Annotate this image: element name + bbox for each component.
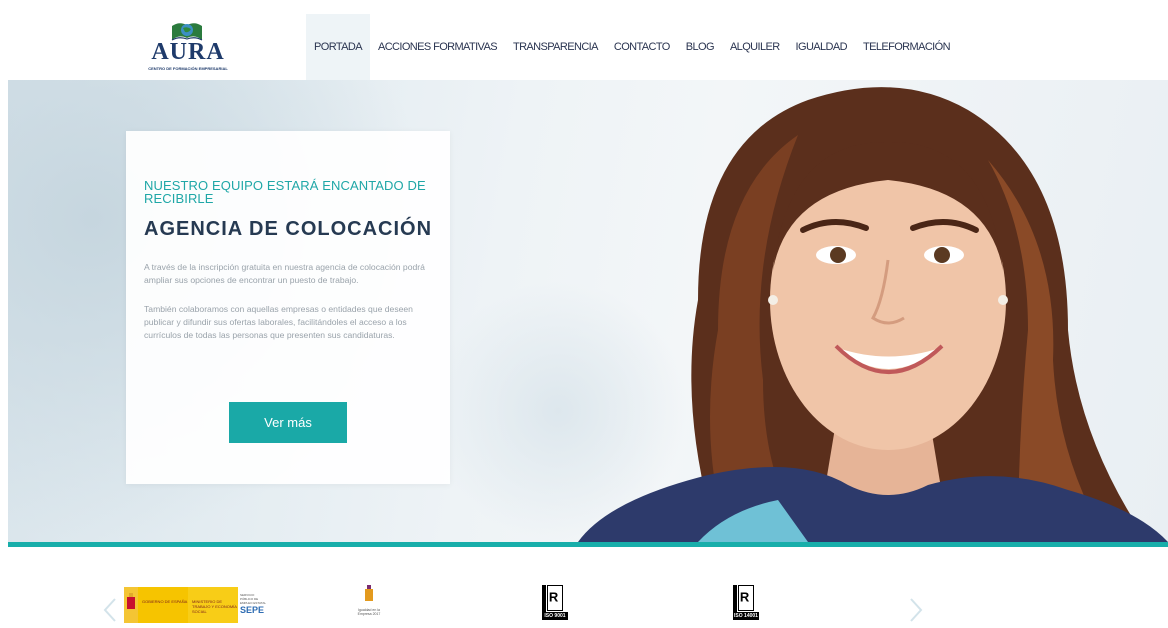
partner-logos-carousel: GOBIERNO DE ESPAÑA MINISTERIO DE TRABAJO… — [0, 547, 1168, 623]
spain-coat-of-arms-icon — [124, 587, 138, 623]
igualdad-empresa-logo[interactable]: Igualdad en la Empresa 2017 — [352, 585, 386, 623]
woman-portrait-image — [578, 87, 1168, 542]
chevron-right-icon[interactable] — [906, 595, 926, 625]
sepe-subtitle: SERVICIO PÚBLICO DE EMPLEO ESTATAL — [240, 593, 267, 605]
hero-title: AGENCIA DE COLOCACIÓN — [144, 218, 433, 240]
svg-text:R: R — [740, 590, 750, 605]
lr-mark-icon: R — [738, 585, 754, 611]
brand-name: AURA — [151, 39, 225, 65]
nav-item-teleformacion[interactable]: TELEFORMACIÓN — [855, 14, 958, 80]
nav-item-contacto[interactable]: CONTACTO — [606, 14, 678, 80]
nav-item-blog[interactable]: BLOG — [678, 14, 722, 80]
iso-9001-label: ISO 9001 — [542, 612, 568, 620]
gobierno-sepe-logo[interactable]: GOBIERNO DE ESPAÑA MINISTERIO DE TRABAJO… — [124, 587, 266, 623]
iso-14001-label: ISO 14001 — [733, 612, 759, 620]
aura-logo[interactable]: AURA CENTRO DE FORMACIÓN EMPRESARIAL — [142, 18, 234, 76]
nav-item-transparencia[interactable]: TRANSPARENCIA — [505, 14, 606, 80]
sepe-wordmark: SEPE — [240, 605, 265, 615]
hero-kicker: NUESTRO EQUIPO ESTARÁ ENCANTADO DE RECIB… — [144, 178, 426, 206]
brand-tagline: CENTRO DE FORMACIÓN EMPRESARIAL — [148, 66, 228, 71]
svg-text:R: R — [549, 590, 559, 605]
lr-mark-icon: R — [547, 585, 563, 611]
hero-paragraph: También colaboramos con aquellas empresa… — [144, 304, 413, 340]
hero-content-card: NUESTRO EQUIPO ESTARÁ ENCANTADO DE RECIB… — [126, 131, 450, 484]
site-header: AURA CENTRO DE FORMACIÓN EMPRESARIAL POR… — [0, 0, 1168, 80]
chevron-left-icon[interactable] — [100, 595, 120, 625]
iso-14001-logo[interactable]: R ISO 14001 — [733, 585, 759, 623]
nav-item-alquiler[interactable]: ALQUILER — [722, 14, 788, 80]
hero-paragraph: A través de la inscripción gratuita en n… — [144, 262, 425, 285]
ministerio-label: MINISTERIO DE TRABAJO Y ECONOMÍA SOCIAL — [188, 587, 238, 623]
ver-mas-button[interactable]: Ver más — [229, 402, 347, 443]
iso-9001-logo[interactable]: R ISO 9001 — [542, 585, 568, 623]
main-nav: PORTADA ACCIONES FORMATIVAS TRANSPARENCI… — [306, 14, 958, 80]
igualdad-label: Igualdad en la Empresa 2017 — [357, 608, 381, 616]
igualdad-mark-icon — [365, 585, 373, 601]
gobierno-label: GOBIERNO DE ESPAÑA — [138, 587, 188, 623]
nav-item-portada[interactable]: PORTADA — [306, 14, 370, 80]
sepe-label-block: SERVICIO PÚBLICO DE EMPLEO ESTATAL SEPE — [238, 587, 266, 623]
nav-item-igualdad[interactable]: IGUALDAD — [788, 14, 855, 80]
nav-item-acciones-formativas[interactable]: ACCIONES FORMATIVAS — [370, 14, 505, 80]
